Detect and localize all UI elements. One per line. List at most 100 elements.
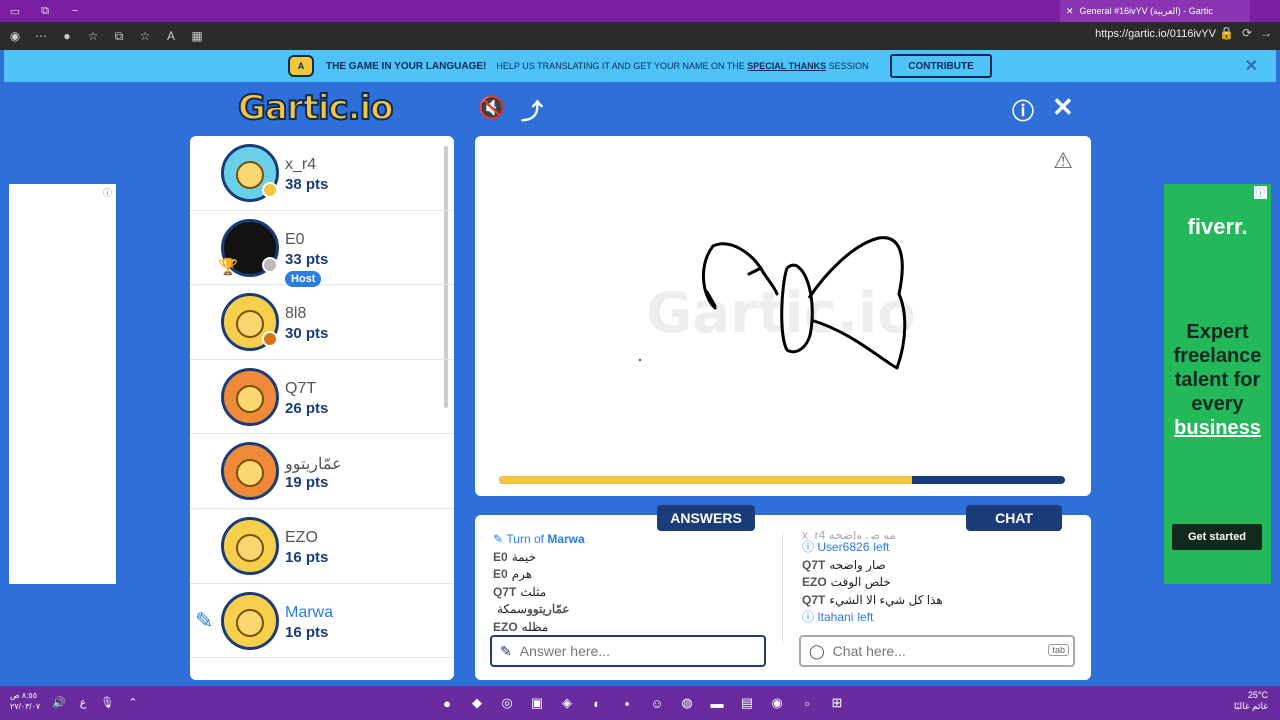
gartic-logo: Gartic.io bbox=[237, 87, 395, 129]
chat-line: EZO خلص الوقت bbox=[802, 575, 891, 589]
player-points: 16 pts bbox=[285, 623, 329, 641]
mic-icon[interactable]: 🎙 bbox=[100, 696, 114, 709]
chat-log: x_r4 مو ص واضحه ⓘ User6826 left Q7T صار واض… bbox=[802, 531, 1072, 627]
round-timer-fill bbox=[499, 476, 913, 484]
ad-info-icon[interactable]: ⓘ bbox=[103, 186, 112, 199]
drawing-pencil-icon: ✎ bbox=[195, 607, 214, 633]
tab-close-icon[interactable]: ✕ bbox=[1066, 6, 1074, 17]
back-icon[interactable]: → bbox=[1260, 26, 1272, 40]
address-bar: ◉ ⋯ ● ☆ ⧉ ☆ A ▦ https://gartic.io/0116iv… bbox=[0, 22, 1280, 50]
tab-answers[interactable]: ANSWERS bbox=[657, 505, 755, 531]
folder-icon[interactable]: ▬ bbox=[706, 692, 728, 714]
store-icon[interactable]: ▤ bbox=[736, 692, 758, 714]
player-name: EZO bbox=[285, 528, 318, 546]
app-icon[interactable]: ▫ bbox=[796, 692, 818, 714]
exit-icon[interactable]: ✕ bbox=[1052, 92, 1074, 123]
chat-system-line: ⓘ Itahani left bbox=[802, 610, 874, 624]
share-icon[interactable]: ⤴ bbox=[521, 94, 543, 126]
answer-field[interactable]: ✎ bbox=[490, 635, 766, 667]
banner-message: HELP US TRANSLATING IT AND GET YOUR NAME… bbox=[496, 61, 869, 71]
contribute-button[interactable]: CONTRIBUTE bbox=[890, 54, 992, 78]
avatar bbox=[221, 591, 279, 650]
lock-icon[interactable]: 🔒 bbox=[1219, 26, 1234, 40]
reader-icon[interactable]: ▦ bbox=[186, 25, 208, 47]
refresh-icon[interactable]: ⟳ bbox=[1242, 26, 1252, 40]
avatar-face bbox=[236, 384, 264, 413]
discord-icon[interactable]: ☺ bbox=[646, 692, 668, 714]
edge-logo-icon[interactable]: ◉ bbox=[4, 25, 26, 47]
special-thanks-link[interactable]: SPECIAL THANKS bbox=[747, 61, 826, 71]
app-icon[interactable]: ◐ bbox=[586, 692, 608, 714]
player-row[interactable]: Q7T 26 pts bbox=[190, 360, 454, 435]
browser-tab[interactable]: ✕ General #16ivYV (العربية) - Gartic bbox=[1060, 0, 1250, 22]
steam-icon[interactable]: ◍ bbox=[676, 692, 698, 714]
system-tray: 🔊 ع 🎙 ⌃ bbox=[52, 696, 137, 709]
app-icon[interactable]: ◈ bbox=[556, 692, 578, 714]
banner-close-icon[interactable]: ✕ bbox=[1245, 56, 1258, 76]
get-started-button[interactable]: Get started bbox=[1172, 524, 1262, 550]
drawing-canvas[interactable]: ⚠ Gartic.io bbox=[475, 136, 1091, 496]
player-name: عمّاريتوو bbox=[285, 456, 342, 474]
player-row[interactable]: EZO 16 pts bbox=[190, 509, 454, 584]
player-row[interactable]: ✎ Marwa 16 pts bbox=[190, 584, 454, 659]
turn-notice: ✎ Turn of Marwa bbox=[493, 532, 585, 546]
player-row[interactable]: 🏆 E0 33 pts Host bbox=[190, 211, 454, 287]
chat-field[interactable]: ◯ tab bbox=[799, 635, 1075, 667]
player-row[interactable]: x_r4 38 pts bbox=[190, 136, 454, 211]
url-field[interactable]: https://gartic.io/0116ivYV bbox=[1095, 28, 1216, 40]
restore-icon[interactable]: ⧉ bbox=[30, 5, 60, 18]
terminal-icon[interactable]: ▪ bbox=[616, 692, 638, 714]
tab-key-hint: tab bbox=[1048, 644, 1069, 656]
avatar bbox=[221, 442, 279, 501]
avatar-face bbox=[236, 533, 264, 562]
ad-copy: Expert freelance talent for every busines… bbox=[1173, 321, 1262, 439]
player-name: E0 bbox=[285, 230, 305, 248]
player-points: 26 pts bbox=[285, 399, 329, 417]
volume-icon[interactable]: 🔊 bbox=[52, 696, 66, 709]
app-icon[interactable]: ◆ bbox=[466, 692, 488, 714]
star-icon[interactable]: ☆ bbox=[134, 25, 156, 47]
avatar-face bbox=[236, 310, 264, 339]
avatar-face bbox=[236, 161, 264, 189]
player-row[interactable]: عمّاريتوو 19 pts bbox=[190, 434, 454, 509]
status-dot bbox=[262, 331, 278, 348]
window-menu-icon[interactable]: ▭ bbox=[0, 5, 30, 18]
player-name: Marwa bbox=[285, 603, 334, 621]
windows-icon[interactable]: ⊞ bbox=[826, 692, 848, 714]
player-name: x_r4 bbox=[285, 156, 317, 173]
weather-widget[interactable]: 25°C غائم غالبًا bbox=[1234, 690, 1268, 712]
more-icon[interactable]: ⋯ bbox=[30, 25, 52, 47]
host-badge: Host bbox=[285, 270, 322, 287]
mute-icon[interactable]: 🔇 bbox=[478, 95, 505, 121]
ad-info-icon[interactable]: ⓘ bbox=[1253, 186, 1267, 199]
profile-icon[interactable]: ● bbox=[56, 25, 78, 47]
answer-line: E0 هرم bbox=[493, 567, 533, 581]
collections-icon[interactable]: ⧉ bbox=[108, 25, 130, 47]
read-aloud-icon[interactable]: A bbox=[160, 25, 182, 47]
player-name: Q7T bbox=[285, 379, 317, 397]
pencil-icon: ✎ bbox=[493, 532, 504, 546]
chrome-icon[interactable]: ◎ bbox=[496, 692, 518, 714]
status-dot bbox=[262, 256, 278, 273]
translate-icon: A bbox=[288, 55, 314, 77]
clock[interactable]: ٨:٥٥ ص ٢٧/٠٣/٠٧ bbox=[10, 690, 40, 712]
app-icon[interactable]: ● bbox=[436, 692, 458, 714]
info-icon[interactable]: ⓘ bbox=[1012, 94, 1034, 126]
edge-icon[interactable]: ◉ bbox=[766, 692, 788, 714]
ad-left[interactable]: ⓘ bbox=[9, 184, 116, 584]
language-indicator[interactable]: ع bbox=[80, 696, 87, 709]
player-row[interactable]: 8l8 30 pts bbox=[190, 285, 454, 360]
chat-input[interactable] bbox=[832, 643, 1033, 659]
drawing: Gartic.io bbox=[639, 236, 916, 370]
app-icon[interactable]: ▣ bbox=[526, 692, 548, 714]
answer-line: عمّاريتووسمكة bbox=[497, 602, 570, 616]
favorites-icon[interactable]: ☆ bbox=[82, 25, 104, 47]
ad-right[interactable]: ⓘ fiverr. Expert freelance talent for ev… bbox=[1164, 184, 1271, 584]
window-titlebar: ▭ ⧉ − + ✕ General #16ivYV (العربية) - Ga… bbox=[0, 0, 1280, 22]
minimize-icon[interactable]: − bbox=[60, 5, 90, 17]
tray-expand-icon[interactable]: ⌃ bbox=[128, 696, 137, 709]
tab-chat[interactable]: CHAT bbox=[966, 505, 1062, 531]
fiverr-logo: fiverr. bbox=[1187, 214, 1248, 239]
answer-input[interactable] bbox=[519, 643, 720, 659]
players-list: x_r4 38 pts 🏆 E0 33 pts Host 8l8 30 pts Q7T 26 pt… bbox=[190, 136, 454, 680]
